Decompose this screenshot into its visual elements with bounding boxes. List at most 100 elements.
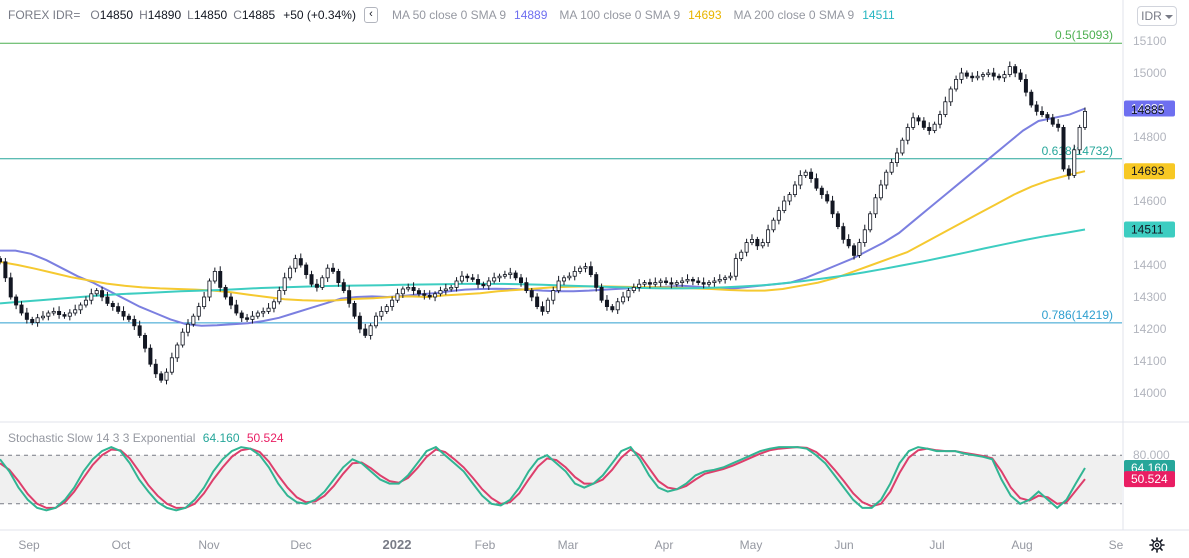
candle-body	[159, 373, 164, 381]
collapse-legend-button[interactable]: ‹	[363, 7, 378, 23]
candle-body	[846, 238, 851, 247]
candle-body	[341, 282, 346, 292]
candle-body	[674, 282, 679, 285]
time-tick-label: Feb	[475, 538, 496, 552]
candle-body	[572, 270, 577, 277]
candle-body	[411, 286, 416, 291]
candle-body	[658, 280, 663, 284]
candle-body	[744, 242, 749, 253]
candle-body	[551, 290, 556, 301]
candle-body	[927, 127, 932, 132]
candle-body	[664, 280, 669, 284]
ma50-label[interactable]: MA 50 close 0 SMA 9	[392, 8, 506, 22]
candle-body	[1040, 111, 1045, 116]
candle-body	[712, 280, 717, 284]
candle-body	[164, 371, 169, 381]
candle-body	[717, 278, 722, 282]
candle-body	[916, 117, 921, 122]
time-tick-label: Dec	[290, 538, 311, 552]
candle-body	[298, 258, 303, 266]
candle-body	[449, 286, 454, 290]
candle-body	[3, 261, 8, 279]
candle-body	[83, 299, 88, 306]
gear-icon[interactable]	[1149, 537, 1165, 553]
candle-body	[379, 310, 384, 317]
candle-body	[116, 306, 121, 312]
candle-body	[94, 290, 99, 295]
candle-body	[234, 304, 239, 314]
candle-body	[723, 277, 728, 280]
candle-body	[384, 306, 389, 312]
close-label: C	[233, 8, 242, 22]
high-value: 14890	[147, 8, 182, 22]
ma200-price-tag-text: 14511	[1131, 222, 1164, 236]
ma200-label[interactable]: MA 200 close 0 SMA 9	[734, 8, 855, 22]
stochastic-title[interactable]: Stochastic Slow 14 3 3 Exponential	[8, 431, 195, 445]
candle-body	[325, 267, 330, 279]
candle-body	[529, 290, 534, 298]
price-tick-label: 14100	[1133, 354, 1167, 368]
candle-body	[336, 270, 341, 283]
candle-body	[207, 280, 212, 298]
candle-body	[680, 280, 685, 284]
candle-body	[481, 283, 486, 287]
candle-body	[470, 277, 475, 280]
price-tick-label: 14800	[1133, 130, 1167, 144]
candle-body	[567, 275, 572, 279]
candle-body	[631, 286, 636, 291]
candle-body	[277, 290, 282, 303]
ma100-label[interactable]: MA 100 close 0 SMA 9	[559, 8, 680, 22]
candle-body	[599, 286, 604, 301]
candle-body	[771, 219, 776, 231]
candle-body	[798, 174, 803, 186]
candle-body	[57, 310, 62, 315]
candle-body	[540, 306, 545, 312]
candle-body	[357, 315, 362, 330]
price-tick-label: 14200	[1133, 322, 1167, 336]
time-tick-label: Jun	[834, 538, 853, 552]
candle-body	[1029, 91, 1034, 106]
candle-body	[105, 296, 110, 304]
candle-body	[642, 282, 647, 285]
candle-body	[545, 299, 550, 312]
candle-body	[175, 344, 180, 359]
candle-body	[422, 293, 427, 296]
candle-body	[1002, 74, 1007, 79]
candle-body	[476, 278, 481, 285]
candle-body	[889, 162, 894, 173]
candle-body	[406, 286, 411, 290]
candle-body	[19, 304, 24, 314]
time-tick-label: May	[740, 538, 763, 552]
change-value: +50 (+0.34%)	[283, 8, 356, 22]
candle-body	[841, 226, 846, 240]
candle-body	[400, 288, 405, 295]
candle-body	[792, 184, 797, 195]
currency-select[interactable]: IDR	[1137, 6, 1177, 26]
candle-body	[1018, 72, 1023, 80]
time-tick-label: Nov	[198, 538, 219, 552]
candle-body	[954, 79, 959, 90]
candle-body	[739, 251, 744, 259]
candle-body	[782, 200, 787, 211]
candle-body	[535, 296, 540, 308]
candle-body	[1061, 127, 1066, 170]
candle-body	[1023, 79, 1028, 93]
candle-body	[250, 315, 255, 320]
candle-body	[884, 171, 889, 186]
candle-body	[814, 178, 819, 189]
candle-body	[707, 282, 712, 285]
candle-body	[857, 242, 862, 256]
candle-body	[997, 75, 1002, 79]
candle-body	[100, 290, 105, 298]
candle-body	[621, 296, 626, 303]
candle-body	[911, 117, 916, 128]
candle-body	[766, 229, 771, 244]
candle-body	[1050, 117, 1055, 125]
candle-body	[121, 310, 126, 317]
candle-body	[416, 290, 421, 295]
candle-body	[690, 278, 695, 282]
candle-body	[615, 301, 620, 311]
symbol-name[interactable]: FOREX IDR=	[8, 8, 80, 22]
candle-body	[561, 277, 566, 282]
candle-body	[921, 120, 926, 128]
